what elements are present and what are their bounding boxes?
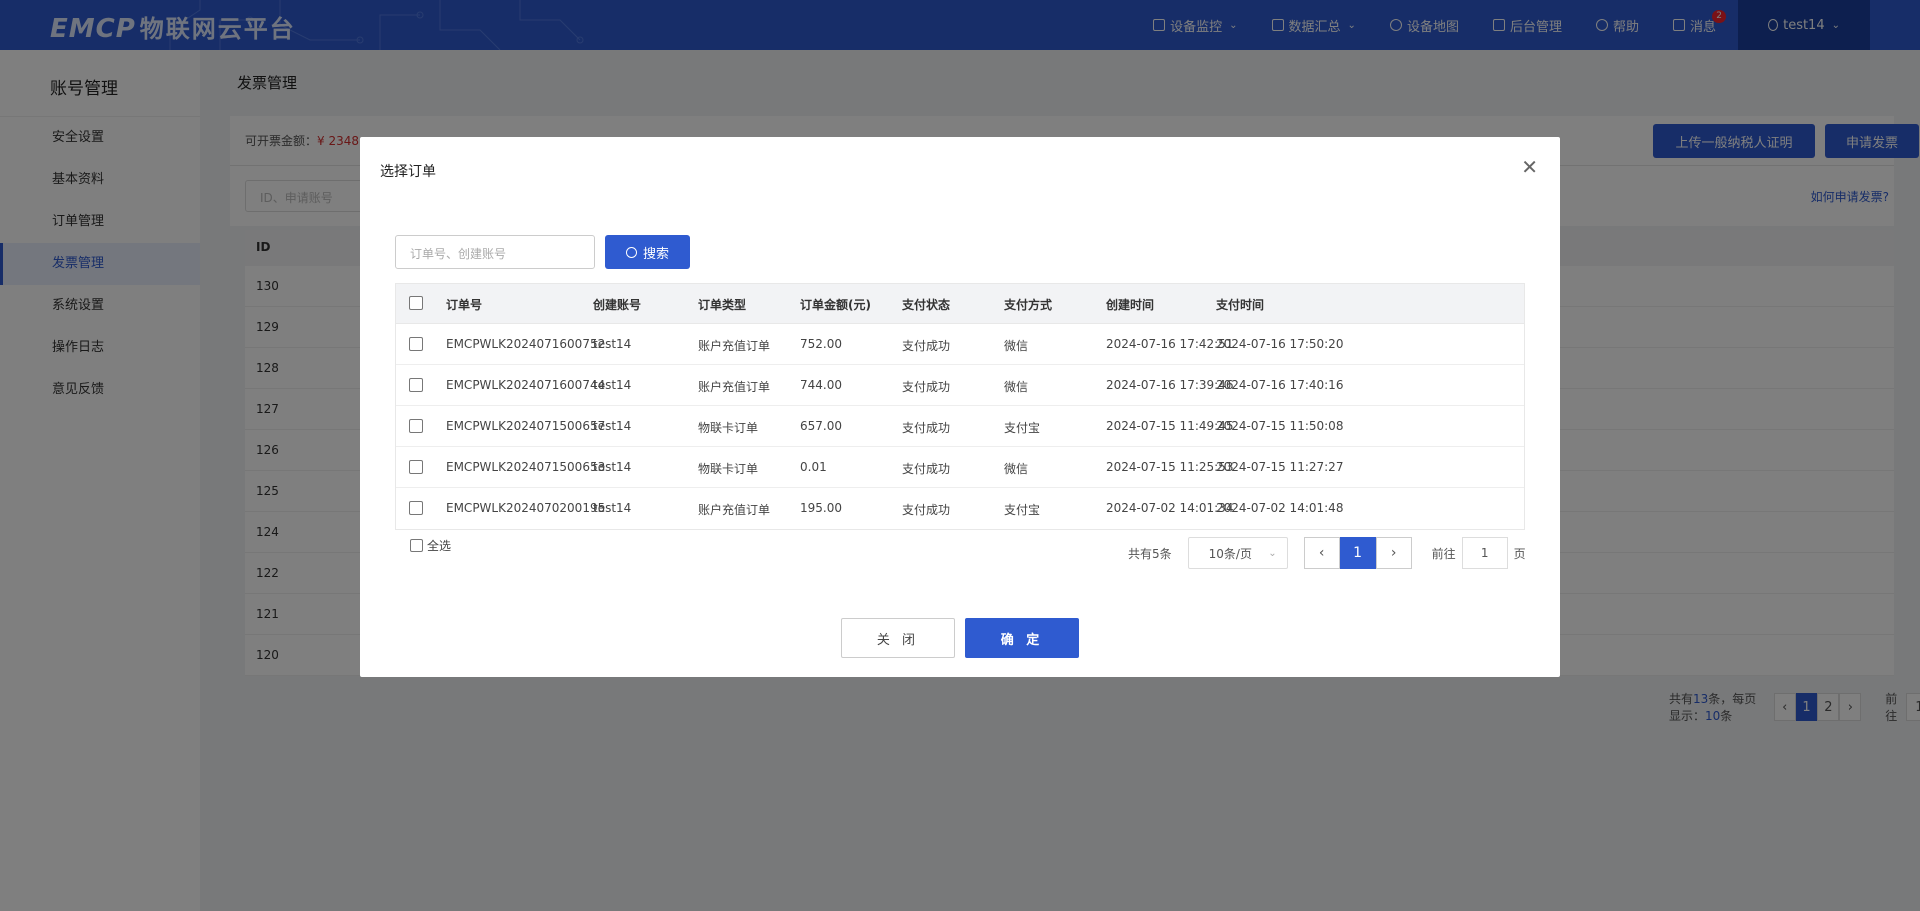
page-size-value: 10条/页 <box>1208 546 1252 561</box>
col-amount: 订单金额(元) <box>800 298 871 312</box>
cell-order-no: EMCPWLK2024071500653 <box>446 460 606 474</box>
pager-next[interactable]: › <box>1375 537 1412 569</box>
cell-pay-status: 支付成功 <box>902 462 951 476</box>
modal-title: 选择订单 <box>380 164 436 180</box>
pager-prev[interactable]: ‹ <box>1303 537 1340 569</box>
col-paid: 支付时间 <box>1216 298 1265 312</box>
cell-pay-method: 支付宝 <box>1004 421 1041 435</box>
cell-created-time: 2024-07-02 14:01:34 <box>1106 501 1234 515</box>
cell-pay-status: 支付成功 <box>902 380 951 394</box>
col-pay-status: 支付状态 <box>902 298 951 312</box>
select-all-checkbox[interactable] <box>410 539 423 552</box>
cell-paid-time: 2024-07-02 14:01:48 <box>1216 501 1344 515</box>
cell-order-no: EMCPWLK2024071600744 <box>446 378 606 392</box>
cell-paid-time: 2024-07-15 11:50:08 <box>1216 419 1344 433</box>
table-row[interactable]: EMCPWLK2024071500653 test14 物联卡订单 0.01 支付成功 微… <box>396 447 1524 488</box>
goto-input[interactable]: 1 <box>1461 537 1508 569</box>
pager-total: 共有5条 <box>1128 546 1172 561</box>
close-icon[interactable]: ✕ <box>1521 155 1538 179</box>
cell-type: 账户充值订单 <box>698 380 771 394</box>
cell-pay-method: 支付宝 <box>1004 503 1041 517</box>
select-all-label: 全选 <box>427 539 452 553</box>
cell-type: 账户充值订单 <box>698 503 771 517</box>
close-button[interactable]: 关 闭 <box>841 618 955 658</box>
cell-amount: 744.00 <box>800 378 842 392</box>
cell-created-time: 2024-07-16 17:39:46 <box>1106 378 1234 392</box>
cell-pay-method: 微信 <box>1004 339 1029 353</box>
cell-amount: 195.00 <box>800 501 842 515</box>
cell-pay-method: 微信 <box>1004 380 1029 394</box>
cell-account: test14 <box>593 419 632 433</box>
cell-pay-status: 支付成功 <box>902 421 951 435</box>
order-table: 订单号 创建账号 订单类型 订单金额(元) 支付状态 支付方式 创建时间 支付时… <box>395 283 1525 530</box>
cell-created-time: 2024-07-15 11:25:53 <box>1106 460 1234 474</box>
row-checkbox[interactable] <box>409 337 423 351</box>
cell-amount: 752.00 <box>800 337 842 351</box>
select-all[interactable]: 全选 <box>410 537 451 554</box>
order-table-header: 订单号 创建账号 订单类型 订单金额(元) 支付状态 支付方式 创建时间 支付时… <box>396 284 1524 324</box>
col-pay-method: 支付方式 <box>1004 298 1053 312</box>
select-order-modal: 选择订单 ✕ 订单号、创建账号 搜索 订单号 创建账号 订单类型 订单金额(元)… <box>360 137 1560 677</box>
cell-account: test14 <box>593 337 632 351</box>
cell-amount: 657.00 <box>800 419 842 433</box>
cell-paid-time: 2024-07-16 17:40:16 <box>1216 378 1344 392</box>
search-button-label: 搜索 <box>642 246 669 262</box>
cell-order-no: EMCPWLK2024071500657 <box>446 419 606 433</box>
cell-type: 物联卡订单 <box>698 462 759 476</box>
table-row[interactable]: EMCPWLK2024070200195 test14 账户充值订单 195.00 支付… <box>396 488 1524 529</box>
cell-account: test14 <box>593 460 632 474</box>
cell-amount: 0.01 <box>800 460 827 474</box>
col-account: 创建账号 <box>593 298 642 312</box>
order-pagination: 共有5条 10条/页 ⌄ ‹ 1 › 前往 1 页 <box>1128 537 1526 569</box>
header-checkbox[interactable] <box>409 296 423 310</box>
pager-page-1[interactable]: 1 <box>1339 537 1376 569</box>
cell-account: test14 <box>593 378 632 392</box>
cell-paid-time: 2024-07-15 11:27:27 <box>1216 460 1344 474</box>
col-type: 订单类型 <box>698 298 747 312</box>
cell-account: test14 <box>593 501 632 515</box>
table-row[interactable]: EMCPWLK2024071600752 test14 账户充值订单 752.00 支付… <box>396 324 1524 365</box>
page-label: 页 <box>1513 546 1526 561</box>
table-row[interactable]: EMCPWLK2024071500657 test14 物联卡订单 657.00 支付成… <box>396 406 1524 447</box>
row-checkbox[interactable] <box>409 460 423 474</box>
chevron-down-icon: ⌄ <box>1268 547 1277 559</box>
cell-order-no: EMCPWLK2024071600752 <box>446 337 606 351</box>
col-created: 创建时间 <box>1106 298 1155 312</box>
cell-created-time: 2024-07-15 11:49:45 <box>1106 419 1234 433</box>
cell-type: 账户充值订单 <box>698 339 771 353</box>
confirm-button[interactable]: 确 定 <box>965 618 1079 658</box>
cell-pay-status: 支付成功 <box>902 339 951 353</box>
cell-pay-method: 微信 <box>1004 462 1029 476</box>
goto-label: 前往 <box>1431 546 1456 561</box>
cell-created-time: 2024-07-16 17:42:51 <box>1106 337 1234 351</box>
page-size-select[interactable]: 10条/页 ⌄ <box>1187 537 1288 569</box>
order-search-input[interactable]: 订单号、创建账号 <box>395 235 595 269</box>
search-icon <box>625 246 637 258</box>
row-checkbox[interactable] <box>409 501 423 515</box>
cell-paid-time: 2024-07-16 17:50:20 <box>1216 337 1344 351</box>
row-checkbox[interactable] <box>409 378 423 392</box>
row-checkbox[interactable] <box>409 419 423 433</box>
cell-type: 物联卡订单 <box>698 421 759 435</box>
search-button[interactable]: 搜索 <box>605 235 690 269</box>
col-order-no: 订单号 <box>446 298 483 312</box>
cell-order-no: EMCPWLK2024070200195 <box>446 501 606 515</box>
table-row[interactable]: EMCPWLK2024071600744 test14 账户充值订单 744.00 支付… <box>396 365 1524 406</box>
cell-pay-status: 支付成功 <box>902 503 951 517</box>
